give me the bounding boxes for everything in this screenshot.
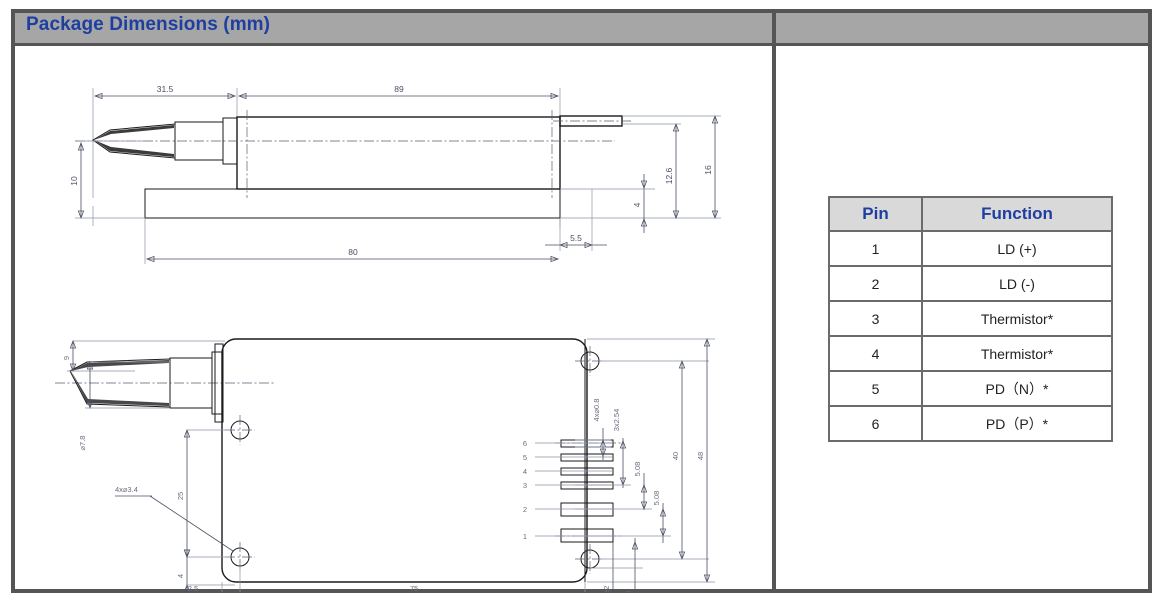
dim-label-d7-8: ⌀7.8 — [78, 436, 87, 451]
dim-label-4: 4 — [632, 202, 642, 207]
dim-label-12-6: 12.6 — [664, 167, 674, 184]
mounting-holes — [225, 346, 605, 574]
pin-callout-6: 6 — [523, 439, 527, 448]
callout-4x-d3-4: 4x⌀3.4 — [115, 485, 234, 552]
pin-callout-5: 5 — [523, 453, 527, 462]
table-row: 3 Thermistor* — [828, 300, 1113, 337]
column-header-pin: Pin — [828, 196, 923, 232]
pin-callout-2: 2 — [523, 505, 527, 514]
cell-function: PD（P）* — [921, 405, 1113, 442]
dim-label-10: 10 — [69, 176, 79, 186]
module-body — [221, 338, 588, 583]
side-elevation-view: 31.5 89 10 16 12.6 4 5.5 80 — [69, 84, 721, 264]
dim-label-2x-d2: 2x⌀2 — [602, 586, 611, 592]
dim-25: 25 — [176, 428, 231, 559]
cell-function: LD (+) — [921, 230, 1113, 267]
cell-function: PD（N）* — [921, 370, 1113, 407]
dim-label-25: 25 — [176, 492, 185, 500]
dim-label-2-5: 2.5 — [188, 584, 198, 592]
dim-2x-d2: 2x⌀2 — [602, 542, 614, 592]
cell-function: Thermistor* — [921, 300, 1113, 337]
page-title: Package Dimensions (mm) — [26, 14, 271, 35]
dim-label-4x-d0-8: 4x⌀0.8 — [592, 399, 601, 422]
cell-pin: 6 — [828, 405, 923, 442]
dim-8: 8 — [590, 538, 643, 592]
dim-label-3x2-54: 3x2.54 — [612, 409, 621, 432]
dim-40: 40 — [599, 359, 709, 561]
dim-label-31-5: 31.5 — [157, 84, 174, 94]
column-divider — [772, 9, 776, 593]
dim-label-4x-d3-4: 4x⌀3.4 — [115, 485, 138, 494]
dim-label-8: 8 — [624, 591, 633, 592]
table-row: 4 Thermistor* — [828, 335, 1113, 372]
cell-function: LD (-) — [921, 265, 1113, 302]
cell-pin: 5 — [828, 370, 923, 407]
dim-12-6: 12.6 — [622, 122, 681, 220]
dim-5-08-b: 5.08 — [575, 491, 671, 543]
table-row: 5 PD（N）* — [828, 370, 1113, 407]
dim-89: 89 — [237, 84, 560, 100]
dim-4x-d0-8: 4x⌀0.8 — [575, 399, 611, 460]
technical-drawing-area: 31.5 89 10 16 12.6 4 5.5 80 6 5 4 3 2 1 … — [15, 48, 771, 592]
dim-31-5: 31.5 — [93, 84, 237, 100]
pin-callout-3: 3 — [523, 481, 527, 490]
dim-5-5: 5.5 — [545, 189, 607, 251]
dim-75: 75 — [247, 582, 586, 592]
dim-label-5-08-a: 5.08 — [633, 462, 642, 477]
table-row: 1 LD (+) — [828, 230, 1113, 267]
table-header-row: Pin Function — [828, 196, 1113, 232]
dim-label-16: 16 — [703, 165, 713, 175]
dim-label-89: 89 — [394, 84, 404, 94]
dim-label-48: 48 — [696, 452, 705, 460]
dim-b4: 4 — [176, 549, 235, 592]
dim-label-5-5: 5.5 — [570, 233, 582, 243]
dim-label-40: 40 — [671, 452, 680, 460]
barrel-outline — [75, 110, 631, 219]
dim-80: 80 — [144, 218, 560, 264]
pin-leads — [555, 439, 621, 543]
plan-bottom-view: 6 5 4 3 2 1 9 ⌀7.8 4x⌀3.4 25 4 2.5 75 4x… — [55, 337, 715, 592]
dim-4: 4 — [560, 174, 655, 233]
cell-pin: 2 — [828, 265, 923, 302]
pin-callout-1: 1 — [523, 532, 527, 541]
cell-pin: 3 — [828, 300, 923, 337]
table-row: 6 PD（P）* — [828, 405, 1113, 442]
column-header-function: Function — [921, 196, 1113, 232]
cell-pin: 1 — [828, 230, 923, 267]
dim-label-b4: 4 — [176, 574, 185, 578]
pin-callout-4: 4 — [523, 467, 527, 476]
cell-function: Thermistor* — [921, 335, 1113, 372]
dim-label-75: 75 — [410, 584, 418, 592]
dim-label-80: 80 — [348, 247, 358, 257]
table-row: 2 LD (-) — [828, 265, 1113, 302]
dim-label-9: 9 — [62, 356, 71, 360]
cell-pin: 4 — [828, 335, 923, 372]
dim-label-5-08-b: 5.08 — [652, 491, 661, 506]
package-dimensions-page: Package Dimensions (mm) 31.5 89 10 16 12… — [0, 0, 1166, 608]
pin-function-table: Pin Function 1 LD (+) 2 LD (-) 3 Thermis… — [828, 196, 1113, 442]
